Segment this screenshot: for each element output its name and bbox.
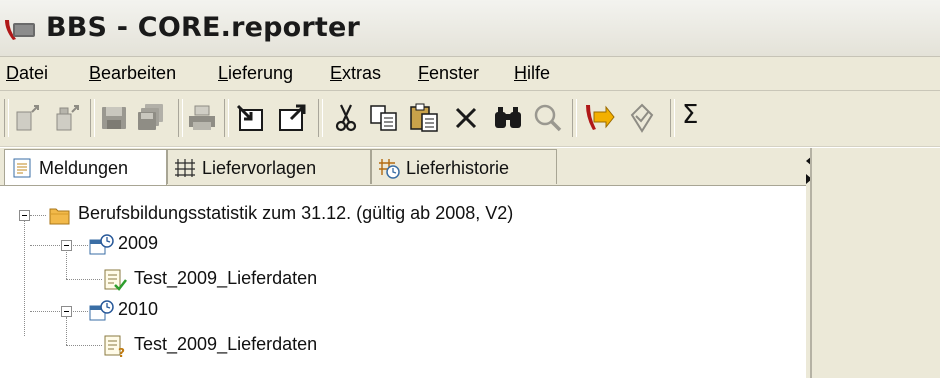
tab-bar: Meldungen Liefervorlagen Lieferhistorie — [0, 148, 810, 186]
toolbar: Σ — [0, 91, 940, 147]
calendar-icon — [89, 300, 114, 321]
menu-lieferung-mnemonic: L — [218, 63, 229, 83]
sum-icon[interactable]: Σ — [682, 100, 714, 132]
window-title: BBS - CORE.reporter — [46, 12, 361, 43]
report-icon — [13, 158, 31, 178]
grid-icon — [175, 159, 195, 177]
menu-extras-mnemonic: E — [330, 63, 343, 83]
toolbar-separator — [224, 99, 229, 137]
menu-lieferung-label: ieferung — [228, 63, 294, 83]
tree-view[interactable]: Berufsbildungsstatistik zum 31.12. (gült… — [0, 186, 808, 378]
zoom-icon[interactable] — [532, 102, 564, 134]
delete-icon[interactable] — [450, 102, 482, 134]
tree-collapse-toggle[interactable] — [19, 210, 30, 221]
menu-extras[interactable]: Extras — [330, 63, 381, 84]
send-icon[interactable] — [584, 102, 616, 134]
folder-icon — [49, 208, 70, 225]
menu-bearbeiten[interactable]: Bearbeiten — [89, 63, 176, 84]
tree-connector — [66, 317, 67, 345]
menu-datei-label: atei — [19, 63, 49, 83]
svg-text:?: ? — [118, 346, 125, 358]
tree-connector — [30, 245, 88, 246]
tab-lieferhistorie-label: Lieferhistorie — [406, 158, 510, 178]
tree-connector — [30, 215, 46, 216]
menu-fenster[interactable]: Fenster — [418, 63, 479, 84]
validate-icon[interactable] — [626, 102, 658, 134]
save-icon[interactable] — [98, 102, 130, 134]
right-panel — [810, 148, 940, 378]
menu-hilfe-label: ilfe — [527, 63, 551, 83]
menu-fenster-mnemonic: F — [418, 63, 429, 83]
tab-liefervorlagen[interactable]: Liefervorlagen — [167, 149, 371, 184]
menu-extras-label: xtras — [342, 63, 382, 83]
title-bar: BBS - CORE.reporter — [0, 0, 940, 57]
tree-node-2009-lieferdaten-label[interactable]: Test_2009_Lieferdaten — [134, 268, 317, 289]
tree-connector — [24, 221, 25, 336]
cut-icon[interactable] — [330, 102, 362, 134]
tab-meldungen-label: Meldungen — [39, 158, 129, 178]
calendar-icon — [89, 234, 114, 255]
tree-connector — [30, 311, 88, 312]
copy-icon[interactable] — [368, 102, 400, 134]
tree-connector — [66, 345, 102, 346]
menu-hilfe[interactable]: Hilfe — [514, 63, 550, 84]
tab-liefervorlagen-label: Liefervorlagen — [202, 158, 317, 178]
doc-question-icon: ? — [104, 335, 125, 358]
import-icon[interactable] — [234, 102, 266, 134]
tree-connector — [66, 279, 102, 280]
menu-datei[interactable]: Datei — [6, 63, 48, 84]
toolbar-separator — [4, 99, 9, 137]
toolbar-separator — [572, 99, 577, 137]
tab-lieferhistorie[interactable]: Lieferhistorie — [371, 149, 557, 184]
menu-fenster-label: enster — [429, 63, 480, 83]
tree-collapse-toggle[interactable] — [61, 306, 72, 317]
menu-bearbeiten-mnemonic: B — [89, 63, 102, 83]
tree-node-2009-label[interactable]: 2009 — [118, 233, 158, 254]
tree-connector — [66, 252, 67, 279]
edit-doc-icon[interactable] — [52, 102, 84, 134]
export-icon[interactable] — [276, 102, 308, 134]
tree-node-2010-label[interactable]: 2010 — [118, 299, 158, 320]
tree-node-2010-lieferdaten-label[interactable]: Test_2009_Lieferdaten — [134, 334, 317, 355]
new-doc-icon[interactable] — [12, 102, 44, 134]
save-all-icon[interactable] — [135, 102, 167, 134]
menu-datei-mnemonic: D — [6, 63, 19, 83]
app-logo-icon — [5, 20, 35, 40]
toolbar-separator — [670, 99, 675, 137]
menu-lieferung[interactable]: Lieferung — [218, 63, 293, 84]
history-icon — [379, 159, 400, 179]
toolbar-separator — [178, 99, 183, 137]
menu-hilfe-mnemonic: H — [514, 63, 527, 83]
menu-bar: Datei Bearbeiten Lieferung Extras Fenste… — [0, 57, 940, 91]
print-icon[interactable] — [186, 102, 218, 134]
toolbar-separator — [90, 99, 95, 137]
tree-collapse-toggle[interactable] — [61, 240, 72, 251]
find-icon[interactable] — [492, 102, 524, 134]
toolbar-separator — [318, 99, 323, 137]
tab-meldungen[interactable]: Meldungen — [4, 149, 167, 186]
menu-bearbeiten-label: earbeiten — [101, 63, 177, 83]
doc-check-icon — [104, 269, 127, 291]
paste-icon[interactable] — [408, 102, 440, 134]
tree-node-root-label[interactable]: Berufsbildungsstatistik zum 31.12. (gült… — [78, 203, 513, 224]
